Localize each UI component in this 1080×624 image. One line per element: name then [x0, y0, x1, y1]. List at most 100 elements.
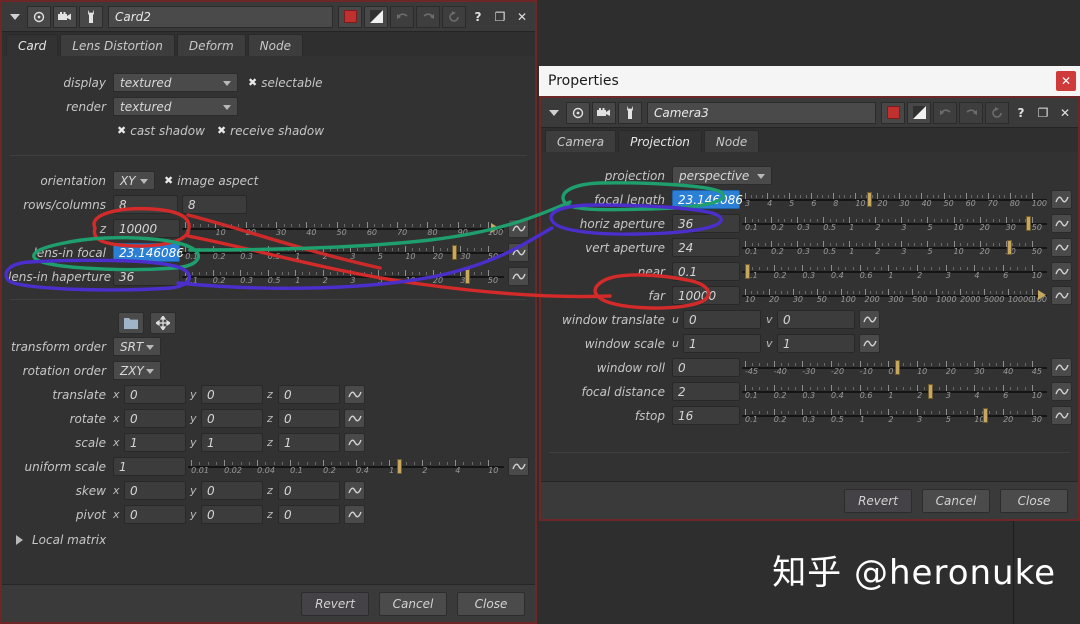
close-button[interactable]: Close — [457, 591, 525, 616]
camera-icon[interactable] — [53, 5, 77, 28]
animation-curve-icon[interactable] — [1051, 286, 1072, 305]
lens-in-haperture-slider[interactable]: 0.10.20.30.5123510203050 — [182, 267, 504, 286]
animation-curve-icon[interactable] — [344, 433, 365, 452]
vert-aperture-slider[interactable]: 0.10.20.30.5123510203050 — [742, 238, 1047, 257]
receive-shadow-checkbox[interactable]: ✖ receive shadow — [217, 124, 324, 138]
uniform-scale-slider[interactable]: 0.01 0.02 0.04 0.1 0.2 0.4 1 2 4 10 — [188, 457, 504, 476]
animation-curve-icon[interactable] — [1051, 406, 1072, 425]
redo-icon[interactable] — [959, 101, 983, 124]
animation-curve-icon[interactable] — [859, 310, 880, 329]
animation-curve-icon[interactable] — [1051, 190, 1072, 209]
tab-node[interactable]: Node — [703, 130, 760, 152]
far-input[interactable]: 10000 — [672, 286, 740, 305]
close-icon[interactable]: ✕ — [512, 6, 532, 28]
skew-x-input[interactable]: 0 — [124, 481, 186, 500]
tab-camera[interactable]: Camera — [545, 130, 617, 152]
columns-input[interactable]: 8 — [182, 195, 247, 214]
revert-icon[interactable] — [985, 101, 1009, 124]
help-icon[interactable]: ? — [468, 6, 488, 28]
pivot-z-input[interactable]: 0 — [278, 505, 340, 524]
window-scale-v-input[interactable]: 1 — [777, 334, 855, 353]
focal-distance-slider[interactable]: 0.1 0.2 0.3 0.4 0.6 1 2 3 4 6 10 — [742, 382, 1047, 401]
wrench-icon[interactable] — [618, 101, 642, 124]
close-button[interactable]: Close — [1000, 488, 1068, 513]
skew-y-input[interactable]: 0 — [201, 481, 263, 500]
fstop-input[interactable]: 16 — [672, 406, 740, 425]
translate-y-input[interactable]: 0 — [201, 385, 263, 404]
animation-curve-icon[interactable] — [344, 385, 365, 404]
lens-in-haperture-input[interactable]: 36 — [113, 267, 180, 286]
uniform-scale-input[interactable]: 1 — [113, 457, 186, 476]
focal-length-input[interactable]: 23.146086 — [672, 190, 743, 209]
animation-curve-icon[interactable] — [859, 334, 880, 353]
animation-curve-icon[interactable] — [344, 505, 365, 524]
animation-curve-icon[interactable] — [1051, 382, 1072, 401]
animation-curve-icon[interactable] — [344, 409, 365, 428]
display-select[interactable]: textured — [113, 73, 238, 92]
animation-curve-icon[interactable] — [508, 457, 529, 476]
move-handle-icon[interactable] — [150, 311, 176, 334]
skew-z-input[interactable]: 0 — [278, 481, 340, 500]
close-icon[interactable]: ✕ — [1056, 71, 1076, 91]
near-slider[interactable]: 0.1 0.2 0.3 0.4 0.6 1 2 3 4 6 10 — [742, 262, 1047, 281]
cast-shadow-checkbox[interactable]: ✖ cast shadow — [117, 124, 205, 138]
z-slider[interactable]: 5 10 20 30 40 50 60 70 80 90 100 — [182, 219, 504, 238]
window-roll-slider[interactable]: -45 -40 -30 -20 -10 0 10 20 30 40 45 — [742, 358, 1047, 377]
camera-node-name-input[interactable]: Camera3 — [647, 101, 876, 124]
tab-deform[interactable]: Deform — [176, 34, 246, 56]
tab-card[interactable]: Card — [6, 34, 59, 56]
rotate-z-input[interactable]: 0 — [278, 409, 340, 428]
scale-x-input[interactable]: 1 — [124, 433, 186, 452]
float-icon[interactable]: ❐ — [490, 6, 510, 28]
vert-aperture-input[interactable]: 24 — [672, 238, 740, 257]
window-scale-u-input[interactable]: 1 — [683, 334, 761, 353]
cancel-button[interactable]: Cancel — [922, 488, 990, 513]
transform-order-select[interactable]: SRT — [113, 337, 161, 356]
local-matrix-disclosure[interactable]: Local matrix — [8, 530, 529, 550]
rotate-x-input[interactable]: 0 — [124, 409, 186, 428]
near-input[interactable]: 0.1 — [672, 262, 740, 281]
menu-caret-icon[interactable] — [544, 102, 564, 124]
menu-caret-icon[interactable] — [5, 6, 25, 28]
revert-icon[interactable] — [442, 5, 466, 28]
animation-curve-icon[interactable] — [508, 267, 529, 286]
orientation-select[interactable]: XY — [113, 171, 155, 190]
selectable-checkbox[interactable]: ✖ selectable — [248, 76, 323, 90]
split-view-icon[interactable] — [907, 101, 931, 124]
folder-icon[interactable] — [118, 311, 144, 334]
tab-node[interactable]: Node — [247, 34, 303, 56]
tab-projection[interactable]: Projection — [618, 130, 702, 152]
camera-icon[interactable] — [592, 101, 616, 124]
lens-in-focal-input[interactable]: 23.146086 — [113, 243, 184, 262]
undo-icon[interactable] — [933, 101, 957, 124]
far-slider[interactable]: 10 20 30 50 100 200 300 500 1000 2000 5000 10000 100… — [742, 286, 1047, 305]
pivot-y-input[interactable]: 0 — [201, 505, 263, 524]
window-roll-input[interactable]: 0 — [672, 358, 740, 377]
undo-icon[interactable] — [390, 5, 414, 28]
cancel-button[interactable]: Cancel — [379, 591, 447, 616]
wrench-icon[interactable] — [79, 5, 103, 28]
animation-curve-icon[interactable] — [1051, 238, 1072, 257]
horiz-aperture-slider[interactable]: 0.1 0.2 0.3 0.5 1 2 3 5 10 20 30 50 — [742, 214, 1047, 233]
color-swatch-red[interactable] — [338, 5, 362, 28]
revert-button[interactable]: Revert — [844, 488, 912, 513]
target-icon[interactable] — [566, 101, 590, 124]
rotate-y-input[interactable]: 0 — [201, 409, 263, 428]
window-translate-u-input[interactable]: 0 — [683, 310, 761, 329]
color-swatch-red[interactable] — [881, 101, 905, 124]
translate-z-input[interactable]: 0 — [278, 385, 340, 404]
close-icon[interactable]: ✕ — [1055, 102, 1075, 124]
split-view-icon[interactable] — [364, 5, 388, 28]
rows-input[interactable]: 8 — [113, 195, 178, 214]
help-icon[interactable]: ? — [1011, 102, 1031, 124]
horiz-aperture-input[interactable]: 36 — [672, 214, 740, 233]
fstop-slider[interactable]: 0.1 0.2 0.3 0.5 1 2 3 5 10 20 30 — [742, 406, 1047, 425]
scale-y-input[interactable]: 1 — [201, 433, 263, 452]
float-icon[interactable]: ❐ — [1033, 102, 1053, 124]
animation-curve-icon[interactable] — [1051, 214, 1072, 233]
revert-button[interactable]: Revert — [301, 591, 369, 616]
lens-in-focal-slider[interactable]: 0.1 0.2 0.3 0.5 1 2 3 5 10 20 30 50 — [182, 243, 504, 262]
target-icon[interactable] — [27, 5, 51, 28]
tab-lens-distortion[interactable]: Lens Distortion — [60, 34, 175, 56]
animation-curve-icon[interactable] — [344, 481, 365, 500]
